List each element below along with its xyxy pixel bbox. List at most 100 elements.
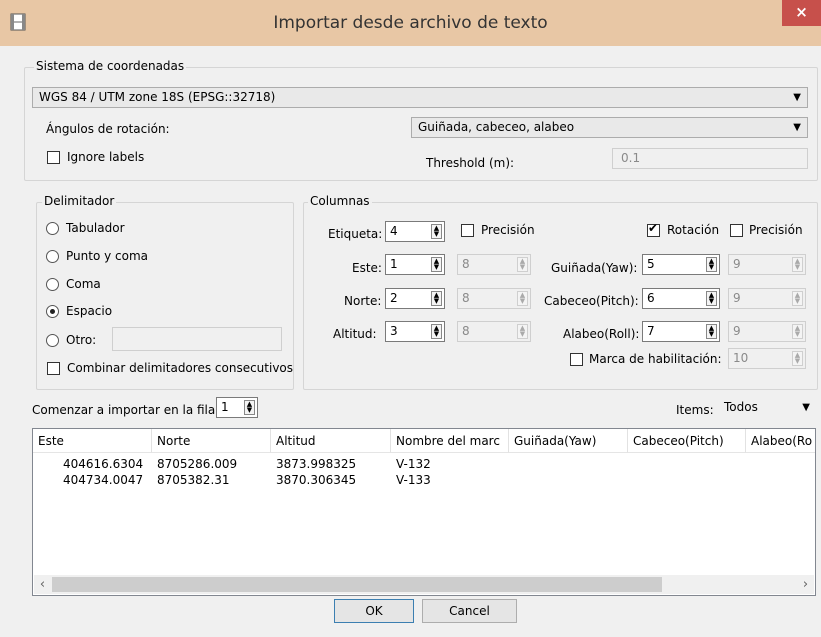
spinner-arrows-icon[interactable]: ▲ ▼ — [706, 257, 717, 272]
spinner-arrows-icon[interactable]: ▲ ▼ — [431, 224, 442, 239]
start-row-label: Comenzar a importar en la fila: — [32, 403, 220, 417]
ok-button[interactable]: OK — [334, 599, 414, 623]
column-header-norte[interactable]: Norte — [152, 429, 271, 453]
yaw-label: Guiñada(Yaw): — [551, 261, 638, 275]
chevron-down-icon: ▼ — [793, 122, 801, 133]
spinner-arrows-icon[interactable]: ▲ ▼ — [244, 400, 255, 415]
crs-select[interactable]: WGS 84 / UTM zone 18S (EPSG::32718) ▼ — [32, 87, 808, 108]
este-precision-value: 8 — [462, 257, 470, 271]
norte-precision-spinner[interactable]: 8 ▲ ▼ — [457, 288, 531, 309]
chevron-down-icon: ▼ — [793, 92, 801, 103]
merge-delimiters-label: Combinar delimitadores consecutivos — [67, 361, 294, 375]
altitud-spinner[interactable]: 3 ▲ ▼ — [385, 321, 445, 342]
preview-table[interactable]: Este Norte Altitud Nombre del marc Guiña… — [32, 428, 816, 596]
pitch-spinner[interactable]: 6 ▲ ▼ — [642, 288, 720, 309]
crs-select-value: WGS 84 / UTM zone 18S (EPSG::32718) — [39, 90, 276, 104]
yaw-spinner[interactable]: 5 ▲ ▼ — [642, 254, 720, 275]
roll-precision-spinner[interactable]: 9 ▲ ▼ — [728, 321, 806, 342]
etiqueta-label: Etiqueta: — [328, 227, 383, 241]
ignore-labels-label: Ignore labels — [67, 150, 145, 164]
rotation-precision-checkbox[interactable] — [730, 224, 743, 237]
yaw-precision-spinner[interactable]: 9 ▲ ▼ — [728, 254, 806, 275]
column-header-nombre[interactable]: Nombre del marc — [391, 429, 509, 453]
rotation-checkbox[interactable] — [647, 221, 660, 237]
delimiter-comma-radio[interactable] — [46, 278, 59, 291]
table-cell: 3870.306345 — [276, 473, 357, 487]
spinner-arrows-icon[interactable]: ▲ ▼ — [706, 324, 717, 339]
este-spinner[interactable]: 1 ▲ ▼ — [385, 254, 445, 275]
spinner-arrows-icon[interactable]: ▲ ▼ — [431, 257, 442, 272]
pitch-label: Cabeceo(Pitch): — [544, 294, 639, 308]
crs-group-label: Sistema de coordenadas — [34, 59, 187, 73]
delimiter-tab-radio[interactable] — [46, 222, 59, 235]
delimiter-semicolon-label: Punto y coma — [66, 249, 148, 263]
delimiter-space-label: Espacio — [66, 304, 113, 318]
scroll-left-icon[interactable]: ‹ — [34, 575, 51, 594]
column-header-yaw[interactable]: Guiñada(Yaw) — [509, 429, 628, 453]
rotation-angles-label: Ángulos de rotación: — [46, 122, 170, 136]
norte-label: Norte: — [344, 294, 382, 308]
delimiter-other-label: Otro: — [66, 333, 97, 347]
spinner-arrows-icon[interactable]: ▲ ▼ — [431, 324, 442, 339]
spinner-arrows-icon: ▲ ▼ — [792, 291, 803, 306]
spinner-arrows-icon: ▲ ▼ — [792, 351, 803, 366]
este-value: 1 — [390, 257, 398, 271]
column-header-pitch[interactable]: Cabeceo(Pitch) — [628, 429, 746, 453]
table-cell: 8705286.009 — [157, 457, 238, 471]
chevron-down-icon: ▼ — [802, 402, 810, 413]
enable-mark-label: Marca de habilitación: — [589, 352, 722, 366]
rotation-precision-label: Precisión — [749, 223, 803, 237]
etiqueta-precision-checkbox[interactable] — [461, 224, 474, 237]
ignore-labels-checkbox[interactable] — [47, 151, 60, 164]
yaw-value: 5 — [647, 257, 655, 271]
delimiter-semicolon-radio[interactable] — [46, 250, 59, 263]
spinner-arrows-icon: ▲ ▼ — [792, 257, 803, 272]
altitud-label: Altitud: — [333, 327, 377, 341]
table-cell: 404734.0047 — [63, 473, 144, 487]
items-select-value: Todos — [724, 400, 758, 414]
altitud-precision-value: 8 — [462, 324, 470, 338]
horizontal-scrollbar[interactable]: ‹ › — [34, 575, 814, 594]
scrollbar-thumb[interactable] — [52, 577, 662, 592]
spinner-arrows-icon: ▲ ▼ — [517, 291, 528, 306]
table-cell: 3873.998325 — [276, 457, 357, 471]
este-label: Este: — [352, 261, 382, 275]
pitch-precision-spinner[interactable]: 9 ▲ ▼ — [728, 288, 806, 309]
spinner-arrows-icon[interactable]: ▲ ▼ — [431, 291, 442, 306]
altitud-value: 3 — [390, 324, 398, 338]
threshold-input[interactable]: 0.1 — [612, 148, 808, 169]
table-cell: V-133 — [396, 473, 431, 487]
start-row-spinner[interactable]: 1 ▲ ▼ — [216, 397, 258, 418]
rotation-angles-select[interactable]: Guiñada, cabeceo, alabeo ▼ — [411, 117, 808, 138]
threshold-label: Threshold (m): — [426, 156, 515, 170]
cancel-button[interactable]: Cancel — [422, 599, 517, 623]
etiqueta-precision-label: Precisión — [481, 223, 535, 237]
items-select[interactable]: Todos ▼ — [718, 398, 816, 419]
spinner-arrows-icon[interactable]: ▲ ▼ — [706, 291, 717, 306]
enable-mark-checkbox[interactable] — [570, 353, 583, 366]
delimiter-other-radio[interactable] — [46, 334, 59, 347]
spinner-arrows-icon: ▲ ▼ — [517, 324, 528, 339]
column-header-este[interactable]: Este — [33, 429, 152, 453]
norte-spinner[interactable]: 2 ▲ ▼ — [385, 288, 445, 309]
etiqueta-spinner[interactable]: 4 ▲ ▼ — [385, 221, 445, 242]
altitud-precision-spinner[interactable]: 8 ▲ ▼ — [457, 321, 531, 342]
delimiter-other-input[interactable] — [112, 327, 282, 351]
este-precision-spinner[interactable]: 8 ▲ ▼ — [457, 254, 531, 275]
close-button[interactable]: × — [782, 0, 821, 26]
column-header-altitud[interactable]: Altitud — [271, 429, 391, 453]
columns-group-label: Columnas — [308, 194, 372, 208]
delimiter-space-radio[interactable] — [46, 305, 59, 318]
delimiter-tab-label: Tabulador — [66, 221, 125, 235]
scroll-right-icon[interactable]: › — [797, 575, 814, 594]
column-header-roll[interactable]: Alabeo(Ro — [746, 429, 815, 453]
items-label: Items: — [676, 403, 714, 417]
delimiter-group-label: Delimitador — [42, 194, 117, 208]
merge-delimiters-checkbox[interactable] — [47, 362, 60, 375]
roll-spinner[interactable]: 7 ▲ ▼ — [642, 321, 720, 342]
enable-mark-spinner[interactable]: 10 ▲ ▼ — [728, 348, 806, 369]
spinner-arrows-icon: ▲ ▼ — [517, 257, 528, 272]
norte-value: 2 — [390, 291, 398, 305]
roll-precision-value: 9 — [733, 324, 741, 338]
norte-precision-value: 8 — [462, 291, 470, 305]
